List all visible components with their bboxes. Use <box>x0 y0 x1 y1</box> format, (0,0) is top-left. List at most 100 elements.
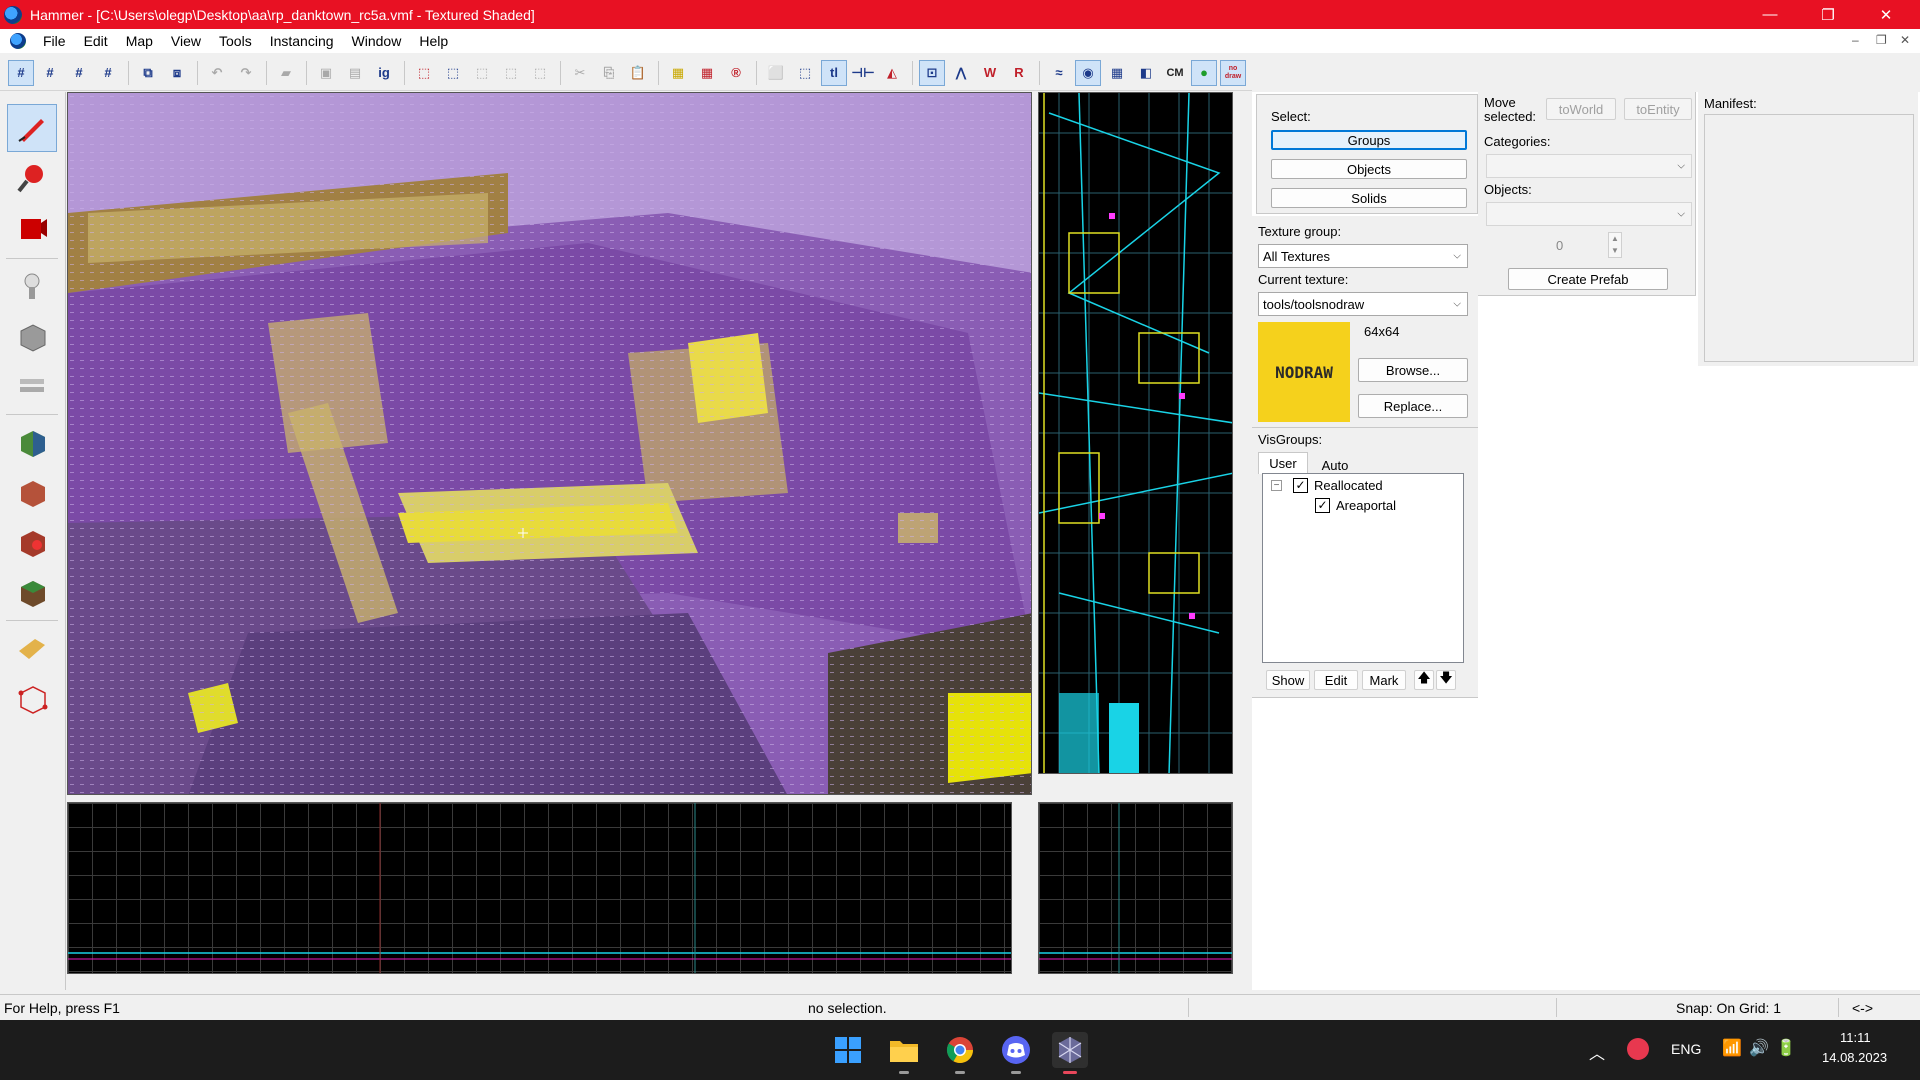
categories-select[interactable]: ⌵ <box>1486 154 1692 178</box>
copy-icon[interactable]: ⎘ <box>596 60 622 86</box>
mdi-restore-button[interactable]: ❐ <box>1876 33 1887 47</box>
count-spinner[interactable]: ▲ ▼ <box>1608 232 1622 258</box>
replace-button[interactable]: Replace... <box>1358 394 1468 418</box>
vertex-icon[interactable]: ⊣⊢ <box>850 60 876 86</box>
tab-user[interactable]: User <box>1258 452 1308 474</box>
menu-edit[interactable]: Edit <box>75 33 117 49</box>
undo-icon[interactable]: ↶ <box>204 60 230 86</box>
discord-icon[interactable] <box>998 1032 1034 1074</box>
language-indicator[interactable]: ENG <box>1671 1041 1701 1057</box>
select-lasso-icon[interactable]: ⬚ <box>792 60 818 86</box>
grid-toggle-icon[interactable]: # <box>8 59 34 86</box>
visgroup-show-button[interactable]: Show <box>1266 670 1310 690</box>
hide-selected-icon[interactable]: ▣ <box>313 60 339 86</box>
mdi-close-button[interactable]: ✕ <box>1900 33 1910 47</box>
create-prefab-button[interactable]: Create Prefab <box>1508 268 1668 290</box>
redo-icon[interactable]: ↷ <box>233 60 259 86</box>
globe-icon[interactable]: ◉ <box>1075 59 1101 86</box>
toggle-texlock-icon[interactable]: ⬚ <box>411 60 437 86</box>
move-down-icon[interactable]: 🡇 <box>1436 670 1456 690</box>
viewport-2d-front[interactable] <box>67 802 1012 974</box>
nodraw-toggle-button[interactable]: no draw <box>1220 59 1246 86</box>
box-select-icon[interactable]: ⬜ <box>763 60 789 86</box>
display-models-icon[interactable]: ⊡ <box>919 59 945 86</box>
restore-button[interactable]: ❐ <box>1799 0 1857 29</box>
menu-tools[interactable]: Tools <box>210 33 261 49</box>
magnify-tool-icon[interactable] <box>7 154 57 202</box>
manifest-list[interactable] <box>1704 114 1914 362</box>
to-entity-button[interactable]: toEntity <box>1624 98 1692 120</box>
ignore-groups-icon[interactable]: ig <box>371 60 397 86</box>
menu-file[interactable]: File <box>34 33 75 49</box>
tab-auto[interactable]: Auto <box>1310 455 1360 475</box>
visgroup-mark-button[interactable]: Mark <box>1362 670 1406 690</box>
flip-horizontal-icon[interactable]: ⬚ <box>469 60 495 86</box>
menu-instancing[interactable]: Instancing <box>261 33 343 49</box>
selection-tool-icon[interactable] <box>7 104 57 152</box>
select-solids-button[interactable]: Solids <box>1271 188 1467 208</box>
camera-tool-icon[interactable] <box>7 204 57 252</box>
chevron-up-icon[interactable]: ︿ <box>1589 1040 1605 1064</box>
group-icon[interactable]: ⧉ <box>135 60 161 86</box>
block-tool-icon[interactable] <box>7 312 57 360</box>
apply-current-texture-icon[interactable] <box>7 468 57 516</box>
hide-unselected-icon[interactable]: ▤ <box>342 60 368 86</box>
texture-group-select[interactable]: All Textures ⌵ <box>1258 244 1468 268</box>
toggle-scale-lock-icon[interactable]: ⬚ <box>440 60 466 86</box>
entity-tool-icon[interactable] <box>7 262 57 310</box>
mdi-minimize-button[interactable]: – <box>1852 33 1859 47</box>
visgroup-reallocated[interactable]: ✓ Reallocated <box>1293 478 1383 493</box>
objects-select[interactable]: ⌵ <box>1486 202 1692 226</box>
texture-lock-icon[interactable]: tl <box>821 59 847 86</box>
select-objects-button[interactable]: Objects <box>1271 159 1467 179</box>
render-icon[interactable]: R <box>1006 60 1032 86</box>
grid-3d-icon[interactable]: # <box>37 60 63 86</box>
menu-window[interactable]: Window <box>343 33 411 49</box>
wifi-icon[interactable]: 📶 <box>1722 1038 1742 1058</box>
vertex-tool-icon[interactable] <box>7 674 57 722</box>
chrome-icon[interactable] <box>942 1032 978 1074</box>
cubemap-button[interactable]: CM <box>1162 60 1188 86</box>
volume-icon[interactable]: 🔊 <box>1749 1038 1769 1058</box>
overlay-icon[interactable]: ▦ <box>1104 60 1130 86</box>
document-icon[interactable] <box>10 33 26 49</box>
tray-app-icon[interactable] <box>1627 1038 1649 1060</box>
menu-map[interactable]: Map <box>117 33 162 49</box>
hatch-red-icon[interactable]: ▦ <box>694 60 720 86</box>
hatch-icon[interactable]: ▦ <box>665 60 691 86</box>
leaf-icon[interactable]: ● <box>1191 59 1217 86</box>
menu-view[interactable]: View <box>162 33 210 49</box>
move-up-icon[interactable]: 🡅 <box>1414 670 1434 690</box>
battery-icon[interactable]: 🔋 <box>1776 1038 1796 1058</box>
minimize-button[interactable]: — <box>1741 0 1799 29</box>
file-explorer-icon[interactable] <box>886 1032 922 1074</box>
close-button[interactable]: ✕ <box>1857 0 1915 29</box>
start-icon[interactable] <box>830 1032 866 1068</box>
clock-date[interactable]: 14.08.2023 <box>1822 1050 1887 1065</box>
viewport-2d-side[interactable] <box>1038 802 1233 974</box>
cut-icon[interactable]: ✂ <box>567 60 593 86</box>
checkbox-checked-icon[interactable]: ✓ <box>1293 478 1308 493</box>
sprite-icon[interactable]: ≈ <box>1046 60 1072 86</box>
paste-icon[interactable]: 📋 <box>625 60 651 86</box>
clip-icon[interactable]: ◭ <box>879 60 905 86</box>
viewport-3d[interactable] <box>67 92 1032 795</box>
visgroup-edit-button[interactable]: Edit <box>1314 670 1358 690</box>
checkbox-checked-icon[interactable]: ✓ <box>1315 498 1330 513</box>
cubes-icon[interactable]: ◧ <box>1133 60 1159 86</box>
overlay-tool-icon[interactable] <box>7 568 57 616</box>
clipping-tool-icon[interactable] <box>7 624 57 672</box>
waterfall-icon[interactable]: W <box>977 60 1003 86</box>
texture-apply-icon[interactable] <box>7 418 57 466</box>
ungroup-icon[interactable]: ⧈ <box>164 60 190 86</box>
clock-time[interactable]: 11:11 <box>1840 1030 1871 1045</box>
to-world-button[interactable]: toWorld <box>1546 98 1616 120</box>
decal-tool-icon[interactable] <box>7 518 57 566</box>
grid-larger-icon[interactable]: # <box>95 60 121 86</box>
current-texture-select[interactable]: tools/toolsnodraw ⌵ <box>1258 292 1468 316</box>
hammer-taskbar-icon[interactable] <box>1052 1032 1088 1074</box>
grid-smaller-icon[interactable]: # <box>66 60 92 86</box>
visgroup-areaportal[interactable]: ✓ Areaportal <box>1315 498 1396 513</box>
flip-vertical-icon[interactable]: ⬚ <box>498 60 524 86</box>
helpers-icon[interactable]: ⋀ <box>948 60 974 86</box>
